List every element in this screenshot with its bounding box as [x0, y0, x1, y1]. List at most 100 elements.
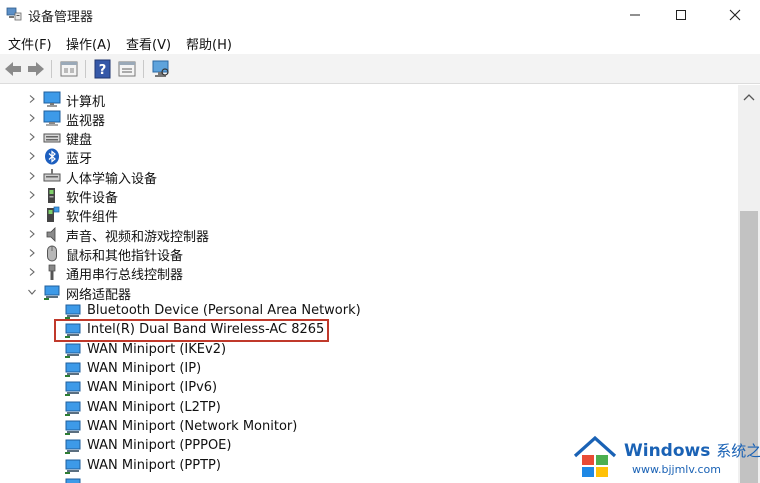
watermark-brand-en: Windows — [624, 441, 711, 461]
tree-item-label: 软件设备 — [66, 191, 119, 206]
network-adapter-icon — [65, 439, 81, 454]
close-icon — [729, 9, 741, 21]
close-button[interactable] — [712, 0, 758, 30]
windows-house-logo-icon — [573, 435, 617, 477]
toolbar-separator — [85, 60, 86, 78]
network-adapter-icon — [65, 401, 81, 416]
network-adapter-icon — [44, 285, 60, 300]
help-icon[interactable]: ? — [93, 59, 113, 79]
chevron-right-icon[interactable] — [27, 209, 37, 219]
menu-view[interactable]: 查看(V) — [126, 34, 171, 53]
device-tree[interactable]: 计算机 监视器 键盘 蓝牙 人体学输入设备 软件设备 软件组件 声音、视频和游戏… — [0, 85, 738, 483]
tree-item-label: WAN Miniport (PPPOE) — [87, 438, 232, 453]
chevron-right-icon[interactable] — [27, 113, 37, 123]
network-adapter-icon — [65, 459, 81, 474]
tree-item-computer[interactable]: 计算机 — [0, 90, 738, 110]
forward-icon[interactable] — [26, 59, 46, 79]
scroll-up-icon[interactable] — [743, 93, 755, 101]
chevron-right-icon[interactable] — [27, 171, 37, 181]
speaker-icon — [46, 227, 56, 242]
tree-item-network-device[interactable]: WAN Miniport (L2TP) — [0, 399, 738, 418]
bluetooth-icon — [45, 148, 59, 165]
toolbar-separator — [143, 60, 144, 78]
tree-item-bluetooth[interactable]: 蓝牙 — [0, 147, 738, 167]
chevron-down-icon[interactable] — [27, 287, 37, 297]
keyboard-icon — [43, 133, 61, 143]
tree-item-label: 通用串行总线控制器 — [66, 268, 184, 283]
watermark: Windows 系统之家 www.bjjmlv.com — [570, 432, 760, 483]
minimize-button[interactable] — [612, 0, 658, 30]
chevron-right-icon[interactable] — [27, 132, 37, 142]
tree-item-network-device[interactable]: WAN Miniport (IPv6) — [0, 379, 738, 398]
maximize-icon — [676, 10, 686, 20]
svg-text:?: ? — [99, 63, 107, 78]
tree-item-keyboard[interactable]: 键盘 — [0, 128, 738, 148]
tree-item-label: WAN Miniport (Network Monitor) — [87, 419, 298, 434]
network-adapter-icon — [65, 420, 81, 435]
tree-item-hid[interactable]: 人体学输入设备 — [0, 167, 738, 187]
device-manager-icon — [6, 7, 22, 21]
tree-item-label: 蓝牙 — [66, 152, 93, 167]
tree-item-network-device[interactable]: WAN Miniport (IP) — [0, 360, 738, 379]
tree-item-label: 人体学输入设备 — [66, 172, 158, 187]
chevron-right-icon[interactable] — [27, 229, 37, 239]
back-icon[interactable] — [3, 59, 23, 79]
properties-icon[interactable] — [59, 59, 79, 79]
menu-bar: 文件(F) 操作(A) 查看(V) 帮助(H) — [0, 30, 760, 54]
watermark-url: www.bjjmlv.com — [632, 463, 721, 476]
tree-item-monitor[interactable]: 监视器 — [0, 109, 738, 129]
tree-item-label: 计算机 — [66, 95, 106, 110]
tree-item-software-component[interactable]: 软件组件 — [0, 205, 738, 225]
network-adapter-icon — [65, 362, 81, 377]
menu-help[interactable]: 帮助(H) — [186, 34, 232, 53]
tree-item-label: WAN Miniport (PPTP) — [87, 458, 221, 473]
computer-icon — [43, 91, 61, 107]
software-device-icon — [48, 188, 55, 203]
tree-item-usb[interactable]: 通用串行总线控制器 — [0, 263, 738, 283]
network-adapter-icon — [65, 304, 81, 319]
tree-item-label: WAN Miniport (IPv6) — [87, 380, 218, 395]
update-driver-icon[interactable] — [117, 59, 137, 79]
watermark-brand-cn: 系统之家 — [716, 442, 760, 460]
network-adapter-icon — [65, 381, 81, 396]
tree-item-network-adapters[interactable]: 网络适配器 — [0, 283, 738, 303]
vertical-scrollbar[interactable] — [738, 85, 760, 483]
tree-item-label: WAN Miniport (IKEv2) — [87, 342, 227, 357]
tree-item-label: 键盘 — [66, 133, 93, 148]
software-component-icon — [47, 206, 60, 222]
chevron-right-icon[interactable] — [27, 94, 37, 104]
mouse-icon — [47, 245, 57, 262]
scan-hardware-icon[interactable] — [151, 59, 171, 79]
minimize-icon — [630, 14, 640, 16]
menu-action[interactable]: 操作(A) — [66, 34, 111, 53]
network-adapter-icon — [65, 478, 81, 483]
toolbar: ? — [0, 54, 760, 84]
tree-item-software-device[interactable]: 软件设备 — [0, 186, 738, 206]
chevron-right-icon[interactable] — [27, 248, 37, 258]
tree-item-label: Bluetooth Device (Personal Area Network) — [87, 303, 361, 318]
menu-file[interactable]: 文件(F) — [8, 34, 52, 53]
tree-item-label: 鼠标和其他指针设备 — [66, 249, 184, 264]
title-bar: 设备管理器 — [0, 0, 760, 30]
tree-item-sound[interactable]: 声音、视频和游戏控制器 — [0, 225, 738, 245]
tree-item-network-device[interactable]: WAN Miniport (IKEv2) — [0, 341, 738, 360]
tree-item-label: 声音、视频和游戏控制器 — [66, 230, 210, 245]
selection-highlight — [54, 319, 329, 342]
monitor-icon — [43, 110, 61, 126]
chevron-right-icon[interactable] — [27, 190, 37, 200]
usb-icon — [48, 264, 56, 280]
chevron-right-icon[interactable] — [27, 151, 37, 161]
watermark-brand: Windows 系统之家 — [624, 440, 760, 461]
tree-item-label: WAN Miniport (IP) — [87, 361, 202, 376]
maximize-button[interactable] — [658, 0, 704, 30]
network-adapter-icon — [65, 343, 81, 358]
tree-item-mouse[interactable]: 鼠标和其他指针设备 — [0, 244, 738, 264]
tree-item-label: 监视器 — [66, 114, 106, 129]
tree-item-label: 网络适配器 — [66, 288, 132, 303]
window-title: 设备管理器 — [28, 10, 94, 25]
tree-item-label: 软件组件 — [66, 210, 119, 225]
toolbar-separator — [51, 60, 52, 78]
hid-icon — [43, 169, 61, 182]
tree-item-label: WAN Miniport (L2TP) — [87, 400, 221, 415]
chevron-right-icon[interactable] — [27, 267, 37, 277]
